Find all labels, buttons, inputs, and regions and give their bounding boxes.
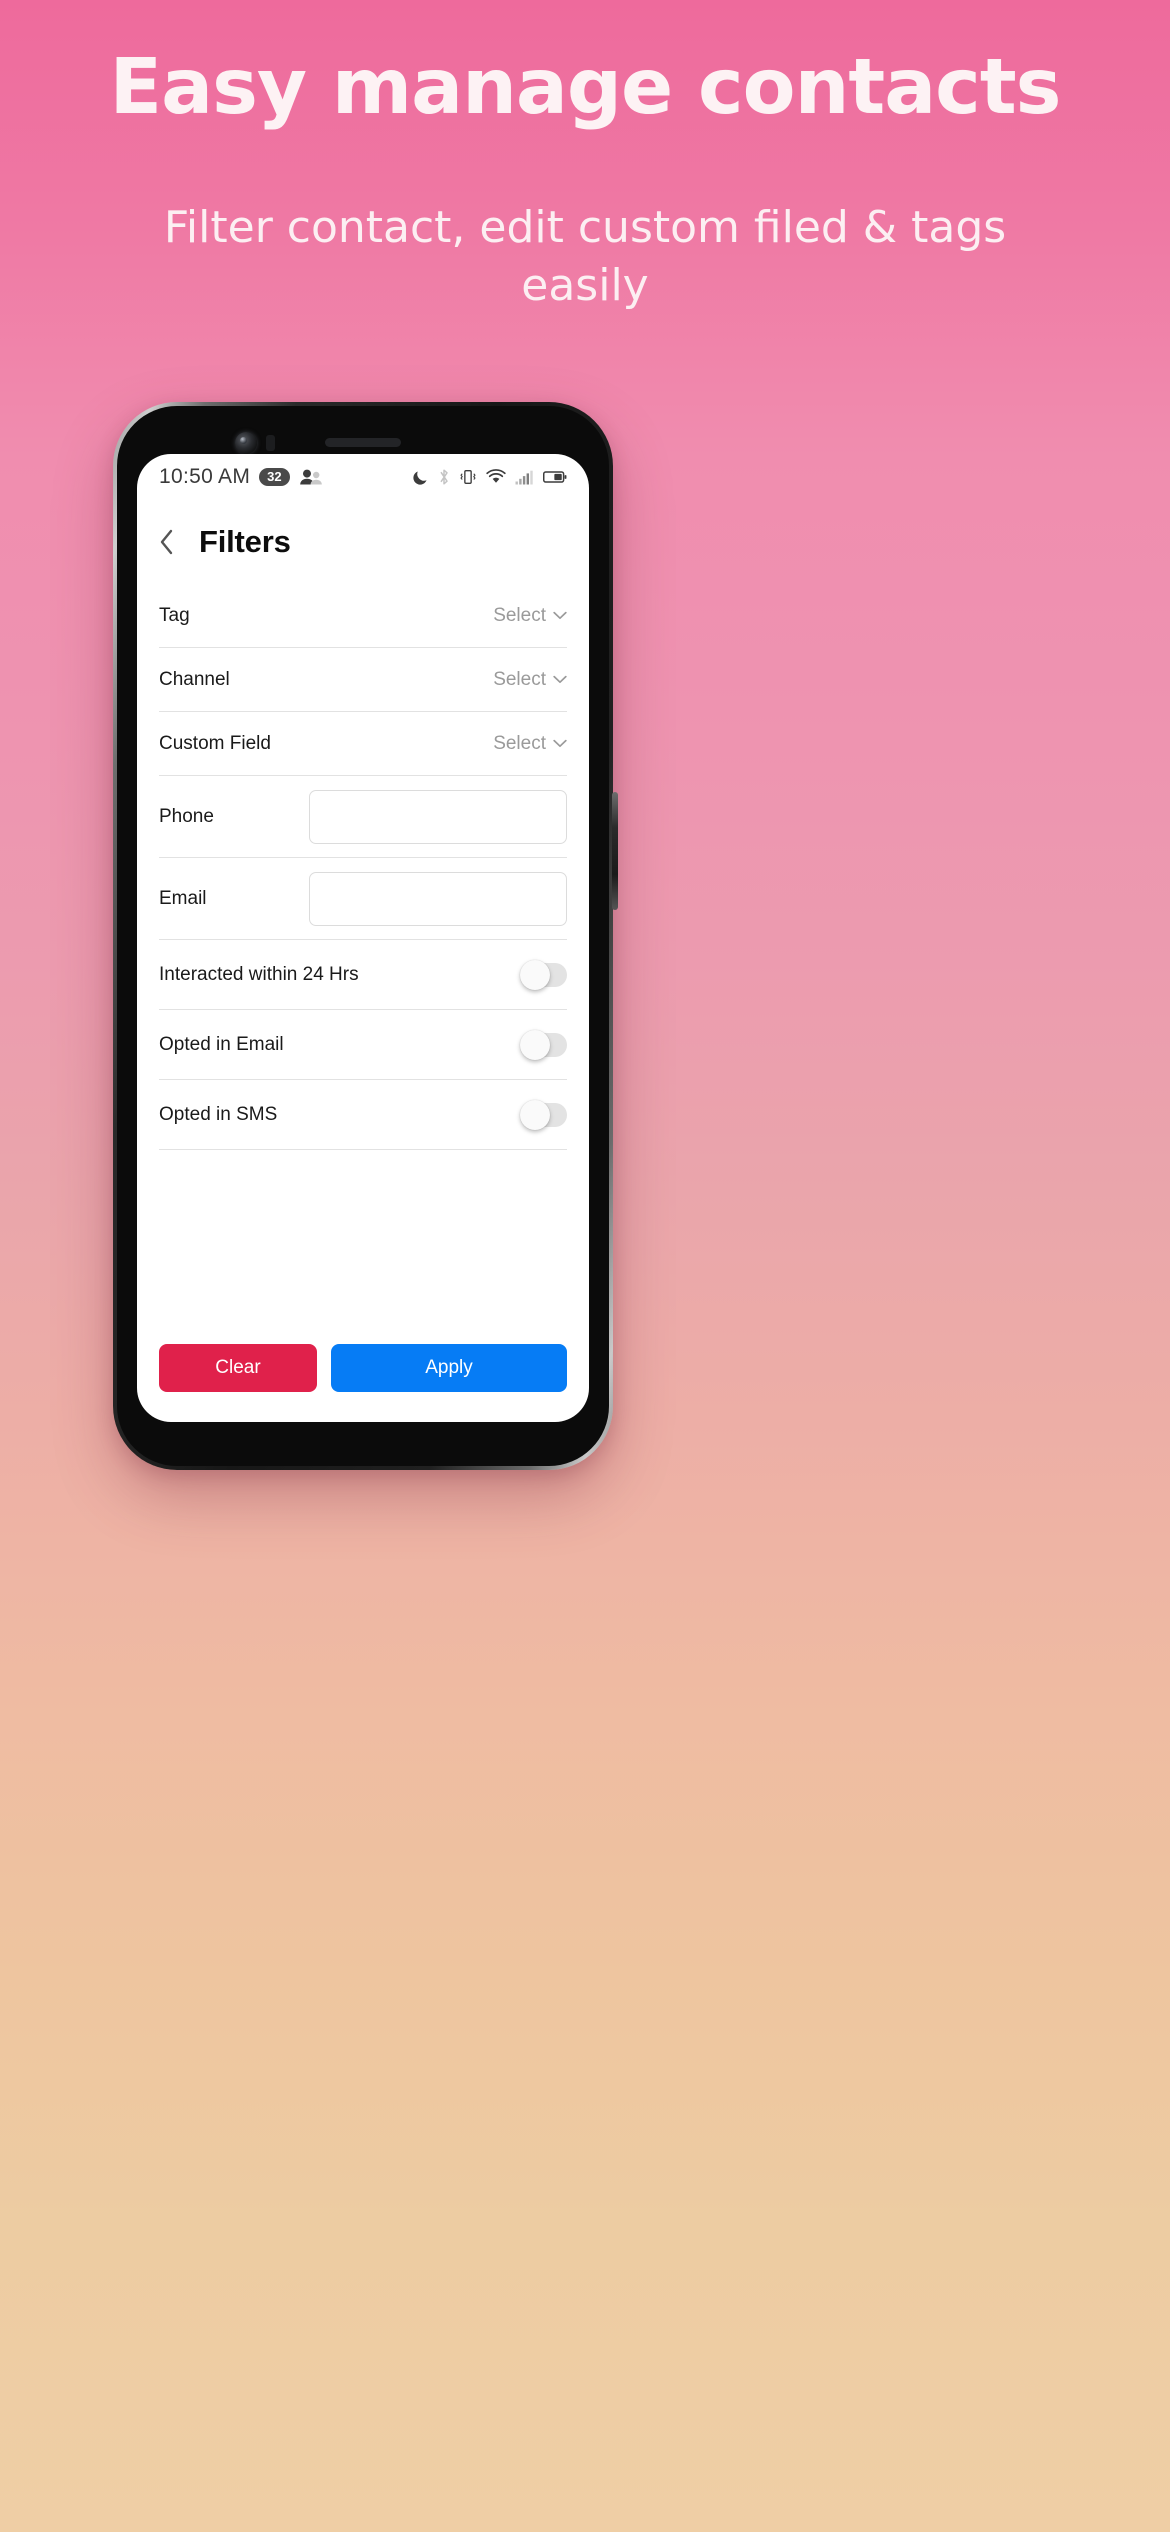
filter-label-opted-in-sms: Opted in SMS xyxy=(159,1103,278,1125)
filter-label-custom-field: Custom Field xyxy=(159,732,271,754)
promo-title: Easy manage contacts xyxy=(109,43,1062,132)
filter-label-email: Email xyxy=(159,887,207,909)
filter-label-phone: Phone xyxy=(159,805,214,827)
filter-select-custom-field[interactable]: Select xyxy=(493,733,567,755)
action-bar: Clear Apply xyxy=(137,1344,589,1422)
select-value-custom-field: Select xyxy=(493,732,546,754)
toggle-knob xyxy=(520,1099,550,1130)
clear-button[interactable]: Clear xyxy=(159,1344,317,1392)
filter-select-channel[interactable]: Select xyxy=(493,669,567,691)
filter-row-custom-field[interactable]: Custom Field Select xyxy=(159,712,567,776)
select-value-channel: Select xyxy=(493,668,546,690)
battery-icon xyxy=(543,470,567,484)
filter-label-opted-in-email: Opted in Email xyxy=(159,1033,284,1055)
promo-header: Easy manage contacts Filter contact, edi… xyxy=(0,0,1170,316)
toggle-wrap-opted-in-email xyxy=(520,1029,567,1060)
select-value-tag: Select xyxy=(493,604,546,626)
apply-button[interactable]: Apply xyxy=(331,1344,567,1392)
filter-row-channel[interactable]: Channel Select xyxy=(159,648,567,712)
status-bar-right xyxy=(412,468,567,486)
filter-label-tag: Tag xyxy=(159,604,190,626)
status-bar: 10:50 AM 32 xyxy=(137,454,589,500)
chevron-down-icon xyxy=(553,675,567,684)
filter-select-tag[interactable]: Select xyxy=(493,605,567,627)
phone-input[interactable] xyxy=(309,789,567,844)
filter-row-phone: Phone xyxy=(159,776,567,858)
email-input[interactable] xyxy=(309,871,567,926)
power-button[interactable] xyxy=(612,792,618,910)
filter-row-opted-in-email: Opted in Email xyxy=(159,1010,567,1080)
filter-row-opted-in-sms: Opted in SMS xyxy=(159,1080,567,1150)
toggle-interacted-24hrs[interactable] xyxy=(520,959,567,990)
bluetooth-icon xyxy=(438,468,450,486)
filter-input-wrap-email xyxy=(309,871,567,926)
filter-row-interacted-24hrs: Interacted within 24 Hrs xyxy=(159,940,567,1010)
filter-label-interacted-24hrs: Interacted within 24 Hrs xyxy=(159,963,359,985)
toggle-knob xyxy=(520,959,550,990)
cellular-signal-icon xyxy=(515,470,534,485)
sensor-icon xyxy=(266,435,275,451)
promo-subtitle: Filter contact, edit custom filed & tags… xyxy=(163,201,1007,312)
phone-mockup: 10:50 AM 32 Filters Tag Select Channel S… xyxy=(113,402,618,1470)
toggle-opted-in-email[interactable] xyxy=(520,1029,567,1060)
filter-input-wrap-phone xyxy=(309,789,567,844)
toggle-opted-in-sms[interactable] xyxy=(520,1099,567,1130)
filter-row-tag[interactable]: Tag Select xyxy=(159,584,567,648)
front-camera-icon xyxy=(235,432,257,454)
status-bar-left: 10:50 AM 32 xyxy=(159,465,323,489)
chevron-down-icon xyxy=(553,739,567,748)
toggle-knob xyxy=(520,1029,550,1060)
filters-list: Tag Select Channel Select Custom Field S… xyxy=(137,584,589,1344)
earpiece-speaker-icon xyxy=(325,438,401,447)
contacts-people-icon xyxy=(299,468,323,486)
status-time: 10:50 AM xyxy=(159,465,251,488)
screen-header: Filters xyxy=(137,500,589,584)
chevron-down-icon xyxy=(553,611,567,620)
wifi-icon xyxy=(486,469,506,485)
notification-count-badge: 32 xyxy=(259,468,290,486)
filter-label-channel: Channel xyxy=(159,668,230,690)
filter-row-email: Email xyxy=(159,858,567,940)
toggle-wrap-opted-in-sms xyxy=(520,1099,567,1130)
page-title: Filters xyxy=(199,524,291,559)
phone-screen: 10:50 AM 32 Filters Tag Select Channel S… xyxy=(137,454,589,1422)
chevron-left-icon[interactable] xyxy=(159,525,181,559)
vibrate-icon xyxy=(459,468,477,486)
do-not-disturb-moon-icon xyxy=(412,469,429,486)
toggle-wrap-interacted-24hrs xyxy=(520,959,567,990)
